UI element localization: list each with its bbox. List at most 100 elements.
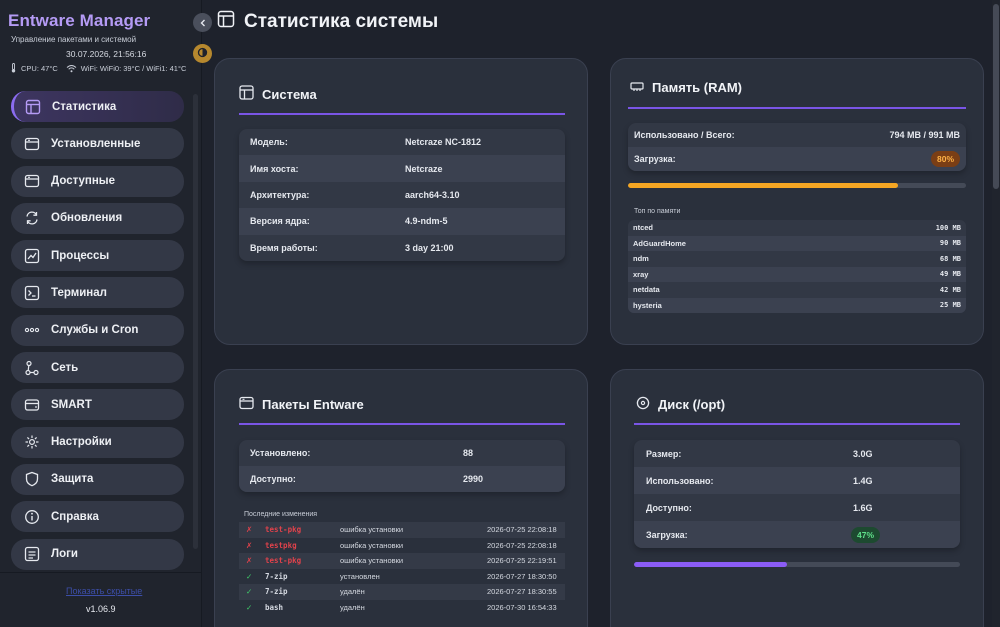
datetime: 30.07.2026, 21:56:16 — [66, 49, 147, 59]
app-subtitle: Управление пакетами и системой — [11, 35, 137, 44]
refresh-icon — [24, 210, 40, 226]
table-row: ✓ 7-zip удалён 2026-07-27 18:30:55 — [239, 584, 565, 600]
recent-changes-caption: Последние изменения — [244, 511, 318, 518]
chart-line-icon — [24, 248, 40, 264]
sidebar-item-label: Установленные — [51, 137, 141, 150]
wifi-icon — [66, 64, 77, 73]
kv-key: Загрузка: — [646, 529, 688, 540]
kv-value: 1.4G — [853, 475, 873, 486]
kv-row: Имя хоста: Netcraze — [239, 155, 565, 182]
card-title-text: Диск (/opt) — [658, 397, 726, 412]
packages-card-title: Пакеты Entware — [239, 396, 364, 413]
change-action: удалён — [340, 587, 365, 597]
check-mark-icon: ✓ — [246, 571, 253, 581]
kv-value: 1.6G — [853, 502, 873, 513]
info-icon — [24, 509, 40, 525]
kv-value: Netcraze — [405, 163, 443, 174]
show-hidden-link[interactable]: Показать скрытые — [66, 586, 142, 596]
card-title-text: Память (RAM) — [652, 80, 743, 95]
sidebar-item-label: Справка — [51, 510, 99, 523]
change-date: 2026-07-30 16:54:33 — [487, 602, 557, 612]
package-name: testpkg — [265, 540, 297, 550]
sidebar-item-installed[interactable]: Установленные — [11, 128, 184, 160]
system-card: Система Модель: Netcraze NC-1812 Имя хост… — [214, 58, 588, 345]
layout-icon — [239, 85, 254, 103]
kv-key: Использовано / Всего: — [634, 130, 735, 140]
table-row: ✗ testpkg ошибка установки 2026-07-25 22:08… — [239, 538, 565, 554]
wifi-temp: WiFi: WiFi0: 39°C / WiFi1: 41°C — [80, 63, 187, 73]
main-scrollbar[interactable] — [992, 0, 1000, 627]
list-item: ndm 68 MB — [628, 251, 966, 267]
page-title: Статистика системы — [244, 10, 439, 32]
kv-row: Время работы: 3 day 21:00 — [239, 235, 565, 261]
sidebar-item-services[interactable]: Службы и Cron — [11, 314, 184, 346]
package-name: test-pkg — [265, 525, 302, 534]
memory-progress-bar — [628, 183, 966, 188]
disk-progress-bar — [634, 562, 960, 567]
theme-toggle-button[interactable] — [193, 44, 212, 63]
sidebar-item-updates[interactable]: Обновления — [11, 202, 184, 234]
page-header: Статистика системы — [217, 10, 438, 33]
kv-value: 4.9-ndm-5 — [405, 216, 448, 227]
chevron-left-icon — [199, 14, 207, 32]
sidebar-item-label: Защита — [51, 473, 94, 486]
gear-icon — [24, 434, 40, 450]
sidebar-item-network[interactable]: Сеть — [11, 352, 184, 384]
change-date: 2026-07-27 18:30:55 — [487, 587, 557, 597]
card-divider — [239, 113, 565, 115]
kv-key: Загрузка: — [634, 154, 676, 164]
process-mem: 49 MB — [939, 270, 961, 279]
sidebar-item-logs[interactable]: Логи — [11, 538, 184, 570]
error-mark-icon: ✗ — [246, 540, 253, 550]
process-name: ntced — [633, 223, 654, 233]
sidebar-item-processes[interactable]: Процессы — [11, 240, 184, 272]
kv-value: 3 day 21:00 — [405, 242, 454, 253]
list-item: xray 49 MB — [628, 266, 966, 282]
card-divider — [634, 423, 960, 425]
app-brand: Entware Manager — [8, 11, 151, 30]
sidebar-item-available[interactable]: Доступные — [11, 165, 184, 197]
sidebar-item-label: SMART — [51, 398, 92, 411]
packages-info-table: Установлено: 88 Доступно: 2990 — [239, 440, 565, 492]
table-row: ✓ bash удалён 2026-07-30 16:54:33 — [239, 600, 565, 616]
process-mem: 100 MB — [935, 223, 961, 232]
check-mark-icon: ✓ — [246, 587, 253, 597]
process-name: xray — [633, 269, 649, 279]
error-mark-icon: ✗ — [246, 556, 253, 566]
kv-key: Использовано: — [646, 475, 714, 486]
sidebar-scrollbar[interactable] — [193, 94, 198, 549]
sidebar-item-label: Логи — [51, 548, 78, 561]
table-row: ✗ test-pkg ошибка установки 2026-07-25 22:0… — [239, 522, 565, 538]
sidebar-item-help[interactable]: Справка — [11, 501, 184, 533]
top-memory-table: ntced 100 MB AdGuardHome 90 MB ndm 68 MB xr… — [628, 220, 966, 313]
sidebar-item-security[interactable]: Защита — [11, 463, 184, 495]
process-name: netdata — [633, 285, 660, 295]
change-action: ошибка установки — [340, 556, 404, 566]
main-scrollbar-thumb[interactable] — [993, 4, 999, 189]
sidebar-item-label: Обновления — [51, 212, 123, 225]
kv-key: Архитектура: — [250, 189, 310, 200]
process-name: hysteria — [633, 300, 662, 310]
kv-row: Версия ядра: 4.9-ndm-5 — [239, 208, 565, 235]
card-title-text: Система — [262, 86, 317, 102]
sidebar-item-terminal[interactable]: Терминал — [11, 277, 184, 309]
sidebar-item-settings[interactable]: Настройки — [11, 426, 184, 458]
sidebar-item-label: Настройки — [51, 436, 112, 449]
disk-load-badge: 47% — [851, 526, 881, 543]
disk-info-table: Размер: 3.0G Использовано: 1.4G Доступно: 1… — [634, 440, 960, 548]
sidebar: Entware Manager Управление пакетами и си… — [0, 0, 202, 627]
memory-info-table: Использовано / Всего: 794 MB / 991 MB Заг… — [628, 123, 966, 171]
disk-card-title: Диск (/opt) — [636, 396, 725, 413]
sidebar-item-label: Терминал — [51, 286, 107, 299]
layout-icon — [217, 10, 235, 33]
list-item: ntced 100 MB — [628, 220, 966, 236]
sidebar-item-smart[interactable]: SMART — [11, 389, 184, 421]
collapse-sidebar-button[interactable] — [193, 13, 212, 32]
kv-row: Загрузка: 80% — [628, 147, 966, 171]
sidebar-item-statistics[interactable]: Статистика — [11, 91, 184, 122]
disk-card: Диск (/opt) Размер: 3.0G Использовано: 1.4… — [610, 369, 984, 627]
thermometer-icon — [10, 63, 17, 73]
list-item: hysteria 25 MB — [628, 297, 966, 313]
process-mem: 90 MB — [939, 239, 961, 248]
error-mark-icon: ✗ — [246, 525, 253, 534]
